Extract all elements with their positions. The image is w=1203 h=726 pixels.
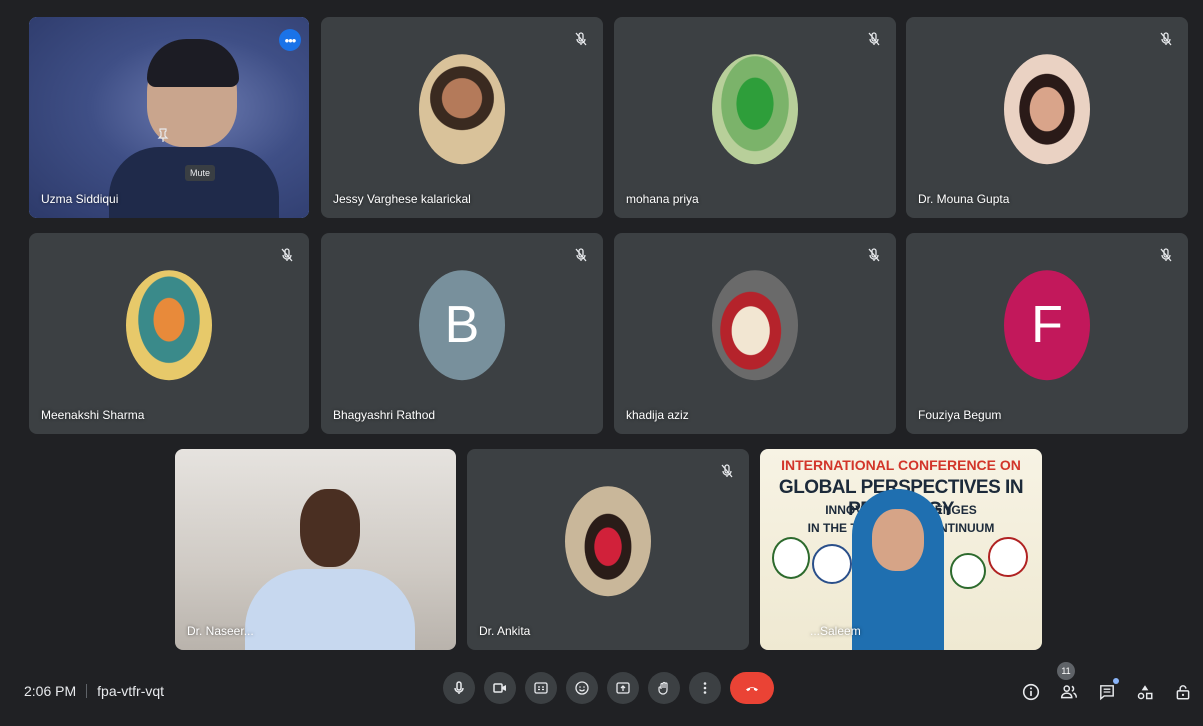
camera-icon (493, 683, 506, 693)
more-options-icon (703, 682, 707, 694)
present-icon (616, 682, 630, 694)
participant-grid: ••• Mute Uzma Siddiqui Jessy Varghese ka… (0, 0, 1203, 660)
person-body (109, 147, 279, 218)
banner-line-1: INTERNATIONAL CONFERENCE ON (781, 457, 1021, 473)
participant-name: Fouziya Begum (918, 408, 1002, 422)
meeting-time: 2:06 PM (24, 683, 77, 699)
mic-button[interactable] (443, 672, 475, 704)
avatar (126, 269, 212, 380)
participant-tile[interactable]: INTERNATIONAL CONFERENCE ON GLOBAL PERSP… (760, 449, 1042, 650)
more-vert-icon[interactable]: ••• (279, 29, 301, 51)
participant-tile[interactable]: Dr. Mouna Gupta (906, 17, 1188, 218)
more-options-button[interactable] (689, 672, 721, 704)
captions-button[interactable] (525, 672, 557, 704)
mic-off-icon (868, 32, 880, 46)
participant-name: Uzma Siddiqui (41, 192, 119, 206)
mic-off-icon (281, 248, 293, 262)
institution-logo (812, 544, 852, 584)
avatar (712, 269, 798, 380)
participant-name: khadija aziz (626, 408, 689, 422)
avatar (565, 485, 651, 596)
participant-name: Meenakshi Sharma (41, 408, 145, 422)
participant-name: Bhagyashri Rathod (333, 408, 436, 422)
mic-off-icon (1160, 32, 1172, 46)
person-head (300, 489, 360, 567)
participant-name: Dr. Naseer... (187, 624, 254, 638)
participant-tile[interactable]: B Bhagyashri Rathod (321, 233, 603, 434)
participant-name: mohana priya (626, 192, 699, 206)
end-call-icon (746, 687, 758, 692)
mic-icon (454, 681, 464, 694)
institution-logo (988, 537, 1028, 577)
participant-tile[interactable]: F Fouziya Begum (906, 233, 1188, 434)
person-face (872, 509, 924, 571)
emoji-icon (575, 681, 589, 695)
participant-tile[interactable]: mohana priya (614, 17, 896, 218)
people-icon (1060, 685, 1078, 699)
participant-name: Dr. Mouna Gupta (918, 192, 1010, 206)
end-call-button[interactable] (730, 672, 774, 704)
meeting-toolbar: 2:06 PM fpa-vtfr-vqt 11 (0, 660, 1203, 726)
people-count-badge: 11 (1057, 662, 1075, 680)
info-icon (1022, 683, 1040, 701)
captions-icon (534, 682, 548, 694)
person-body (245, 569, 415, 650)
mic-off-icon (575, 248, 587, 262)
pin-icon[interactable] (155, 127, 171, 143)
participant-tile[interactable]: Dr. Ankita (467, 449, 749, 650)
chat-button[interactable] (1095, 678, 1119, 704)
mic-off-icon (575, 32, 587, 46)
mic-off-icon (868, 248, 880, 262)
raise-hand-icon (658, 681, 668, 695)
mic-off-icon (721, 464, 733, 478)
participant-tile[interactable]: Meenakshi Sharma (29, 233, 309, 434)
participant-tile[interactable]: Jessy Varghese kalarickal (321, 17, 603, 218)
camera-button[interactable] (484, 672, 516, 704)
raise-hand-button[interactable] (648, 672, 680, 704)
institution-logo (950, 553, 986, 589)
participant-tile[interactable]: Dr. Naseer... (175, 449, 456, 650)
notification-dot (1113, 678, 1119, 684)
participant-name: ...Saleem (810, 624, 861, 638)
participant-tile[interactable]: ••• Mute Uzma Siddiqui (29, 17, 309, 218)
participant-name: Jessy Varghese kalarickal (333, 192, 471, 206)
institution-logo (772, 537, 810, 579)
call-controls (443, 672, 774, 704)
participant-tile[interactable]: khadija aziz (614, 233, 896, 434)
people-button[interactable]: 11 (1057, 662, 1081, 704)
avatar: F (1004, 269, 1090, 380)
meeting-code[interactable]: fpa-vtfr-vqt (97, 683, 164, 699)
host-controls-button[interactable] (1171, 680, 1195, 704)
reactions-button[interactable] (566, 672, 598, 704)
participant-name: Dr. Ankita (479, 624, 531, 638)
chat-icon (1100, 685, 1114, 701)
activities-button[interactable] (1133, 680, 1157, 704)
mute-tooltip: Mute (185, 165, 216, 181)
avatar (419, 53, 505, 164)
side-panel-controls: 11 (1019, 662, 1195, 704)
avatar: B (419, 269, 505, 380)
mic-off-icon (1160, 248, 1172, 262)
present-button[interactable] (607, 672, 639, 704)
avatar (712, 53, 798, 164)
meeting-details: 2:06 PM fpa-vtfr-vqt (24, 683, 164, 699)
divider (86, 684, 88, 698)
activities-icon (1137, 685, 1153, 700)
host-controls-icon (1176, 685, 1190, 700)
avatar (1004, 53, 1090, 164)
info-button[interactable] (1019, 680, 1043, 704)
